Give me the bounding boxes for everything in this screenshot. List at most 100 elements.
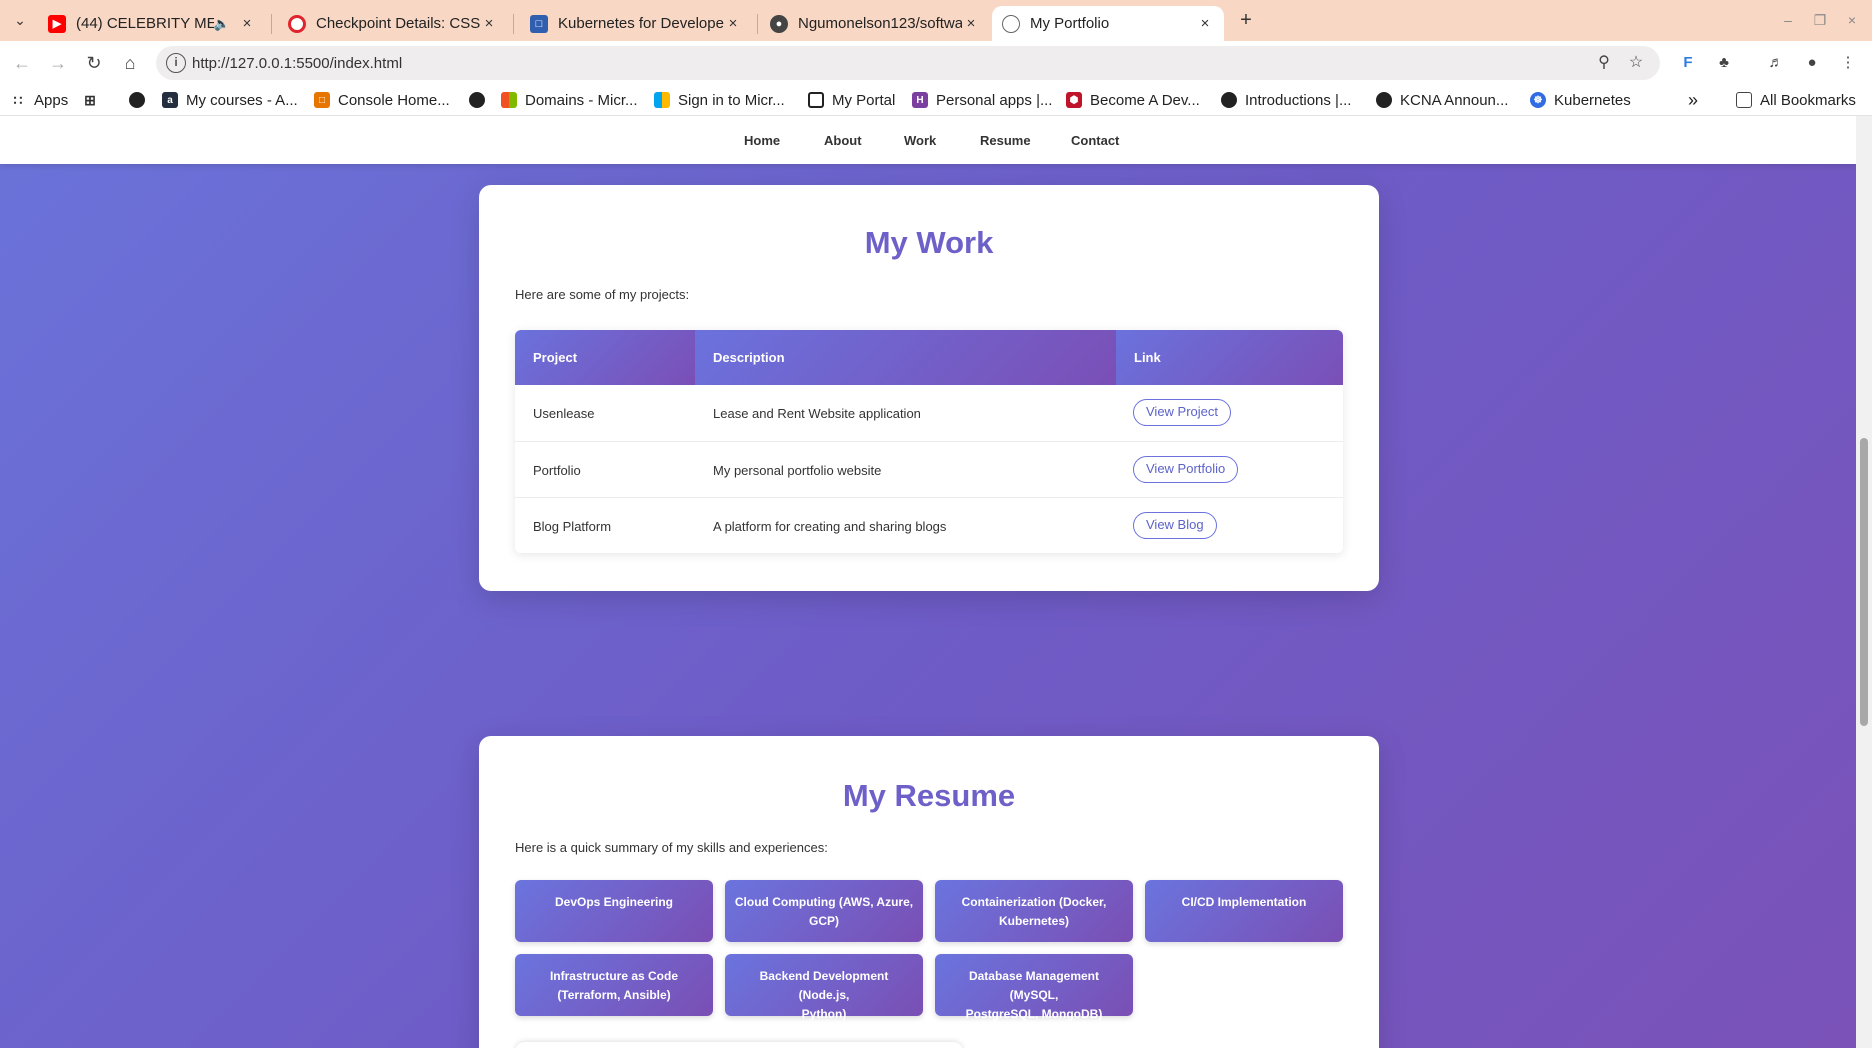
view-portfolio-button[interactable]: View Portfolio (1133, 456, 1239, 483)
tab-github[interactable]: ● Ngumonelson123/software × (760, 6, 990, 41)
tab-close-icon[interactable]: × (962, 15, 980, 32)
bookmark-label: Console Home... (338, 91, 450, 109)
bookmark-globe-2[interactable] (469, 89, 493, 111)
restore-icon[interactable]: ❐ (1808, 8, 1832, 32)
tab-divider (757, 14, 758, 34)
bookmark-domains-microsoft[interactable]: Domains - Micr... (501, 89, 638, 111)
tab-close-icon[interactable]: × (724, 15, 742, 32)
tab-my-portfolio[interactable]: My Portfolio × (992, 6, 1224, 41)
all-bookmarks[interactable]: All Bookmarks (1736, 89, 1856, 111)
microsoft-icon (501, 92, 517, 108)
skill-label: GCP) (809, 914, 839, 928)
table-row: Blog Platform A platform for creating an… (515, 497, 1343, 553)
table-row: Portfolio My personal portfolio website … (515, 441, 1343, 497)
bookmark-label: My courses - A... (186, 91, 298, 109)
more-menu-icon[interactable]: ⋮ (1836, 51, 1860, 75)
back-arrow-icon[interactable]: ← (8, 49, 36, 77)
globe-dark-icon (129, 92, 145, 108)
bookmark-grid[interactable]: ⊞ (82, 89, 106, 111)
bookmark-label: Personal apps |... (936, 91, 1053, 109)
bookmark-console-home[interactable]: □ Console Home... (314, 89, 450, 111)
bookmark-personal-apps[interactable]: H Personal apps |... (912, 89, 1052, 111)
microsoft-icon (654, 92, 670, 108)
projects-table: Project Description Link Usenlease Lease… (515, 330, 1343, 553)
nav-contact[interactable]: Contact (1071, 133, 1119, 148)
bookmark-label: Apps (34, 91, 69, 109)
more-bookmarks-chevron-icon[interactable]: » (1688, 89, 1698, 111)
tab-close-icon[interactable]: × (1196, 15, 1214, 32)
new-tab-plus-icon[interactable]: + (1234, 8, 1258, 32)
bookmark-kubernetes[interactable]: ☸ Kubernetes (1530, 89, 1631, 111)
tab-kubernetes-developers[interactable]: □ Kubernetes for Developers × (520, 6, 752, 41)
bookmark-square-icon: □ (530, 14, 548, 33)
bookmark-apps[interactable]: ∷ Apps (10, 89, 69, 111)
bookmarks-bar: ∷ Apps ⊞ a My courses - A... □ Console H… (0, 84, 1872, 116)
tab-title: Kubernetes for Developers (558, 15, 724, 32)
bookmark-my-portal[interactable]: My Portal (808, 89, 895, 111)
nav-resume[interactable]: Resume (980, 133, 1031, 148)
speaker-icon[interactable]: 🔈 (214, 16, 230, 32)
apps-grid-icon: ∷ (13, 91, 23, 108)
project-description: Lease and Rent Website application (713, 406, 921, 421)
home-icon[interactable]: ⌂ (116, 49, 144, 77)
bookmark-sign-in-microsoft[interactable]: Sign in to Micr... (654, 89, 785, 111)
project-name: Portfolio (533, 463, 581, 478)
tab-youtube[interactable]: ▶ (44) CELEBRITY MELTDOWN 🔈 × (38, 6, 266, 41)
skill-label: CI/CD Implementation (1181, 895, 1307, 909)
nav-work[interactable]: Work (904, 133, 936, 148)
view-project-button[interactable]: View Project (1133, 399, 1232, 426)
bookmark-label: My Portal (832, 91, 896, 109)
skill-card: Infrastructure as Code (Terraform, Ansib… (515, 954, 713, 1016)
extensions-puzzle-icon[interactable]: ♣ (1712, 51, 1736, 75)
url-text[interactable]: http://127.0.0.1:5500/index.html (192, 55, 402, 72)
globe-icon (1002, 14, 1020, 33)
project-description: My personal portfolio website (713, 463, 882, 478)
browser-toolbar: ← → ↻ ⌂ i http://127.0.0.1:5500/index.ht… (0, 41, 1872, 84)
bookmark-kcna[interactable]: KCNA Announ... (1376, 89, 1508, 111)
media-control-icon[interactable]: ♬ (1764, 51, 1788, 75)
minimize-icon[interactable]: – (1776, 8, 1800, 32)
tab-close-icon[interactable]: × (238, 15, 256, 32)
scrollbar-thumb[interactable] (1860, 438, 1868, 726)
star-bookmark-icon[interactable]: ☆ (1624, 51, 1648, 75)
tab-divider (271, 14, 272, 34)
aws-icon: a (162, 92, 178, 108)
site-info-icon[interactable]: i (166, 53, 186, 73)
skill-card: DevOps Engineering (515, 880, 713, 942)
skill-card: Cloud Computing (AWS, Azure, GCP) (725, 880, 923, 942)
profile-avatar-icon[interactable]: ● (1800, 51, 1824, 75)
tab-divider (513, 14, 514, 34)
zoom-icon[interactable]: ⚲ (1592, 51, 1616, 75)
extension-f-icon[interactable]: F (1676, 51, 1700, 75)
aws-console-icon: □ (314, 92, 330, 108)
tab-checkpoint[interactable]: Checkpoint Details: CSS project × (278, 6, 508, 41)
opera-icon (288, 14, 306, 33)
project-name: Usenlease (533, 406, 595, 421)
column-header-description: Description (695, 330, 1116, 385)
view-blog-button[interactable]: View Blog (1133, 512, 1217, 539)
close-window-icon[interactable]: × (1840, 8, 1864, 32)
page-scrollbar[interactable] (1856, 116, 1872, 1048)
bookmark-globe[interactable] (129, 89, 153, 111)
folder-icon (1736, 92, 1752, 108)
skill-label: Cloud Computing (AWS, Azure, (734, 895, 914, 909)
skill-label: Infrastructure as Code (549, 969, 679, 983)
tab-strip: ⌄ ▶ (44) CELEBRITY MELTDOWN 🔈 × Checkpoi… (0, 0, 1872, 41)
project-name: Blog Platform (533, 519, 612, 534)
bookmark-my-courses[interactable]: a My courses - A... (162, 89, 298, 111)
reload-icon[interactable]: ↻ (80, 49, 108, 77)
skill-label: PostgreSQL, MongoDB) (965, 1007, 1103, 1021)
address-bar[interactable]: i http://127.0.0.1:5500/index.html ⚲ ☆ (156, 46, 1660, 80)
tab-search-chevron-icon[interactable]: ⌄ (8, 8, 32, 32)
bookmark-introductions[interactable]: Introductions |... (1221, 89, 1351, 111)
nav-home[interactable]: Home (744, 133, 780, 148)
nav-about[interactable]: About (824, 133, 862, 148)
skill-card: Containerization (Docker, Kubernetes) (935, 880, 1133, 942)
bookmark-become-a-dev[interactable]: ⬢ Become A Dev... (1066, 89, 1200, 111)
forward-arrow-icon[interactable]: → (44, 49, 72, 77)
tab-close-icon[interactable]: × (480, 15, 498, 32)
skill-label: Kubernetes) (998, 914, 1069, 928)
work-title: My Work (864, 225, 994, 260)
next-panel-peek (515, 1042, 963, 1048)
skill-label: (Terraform, Ansible) (557, 988, 671, 1002)
